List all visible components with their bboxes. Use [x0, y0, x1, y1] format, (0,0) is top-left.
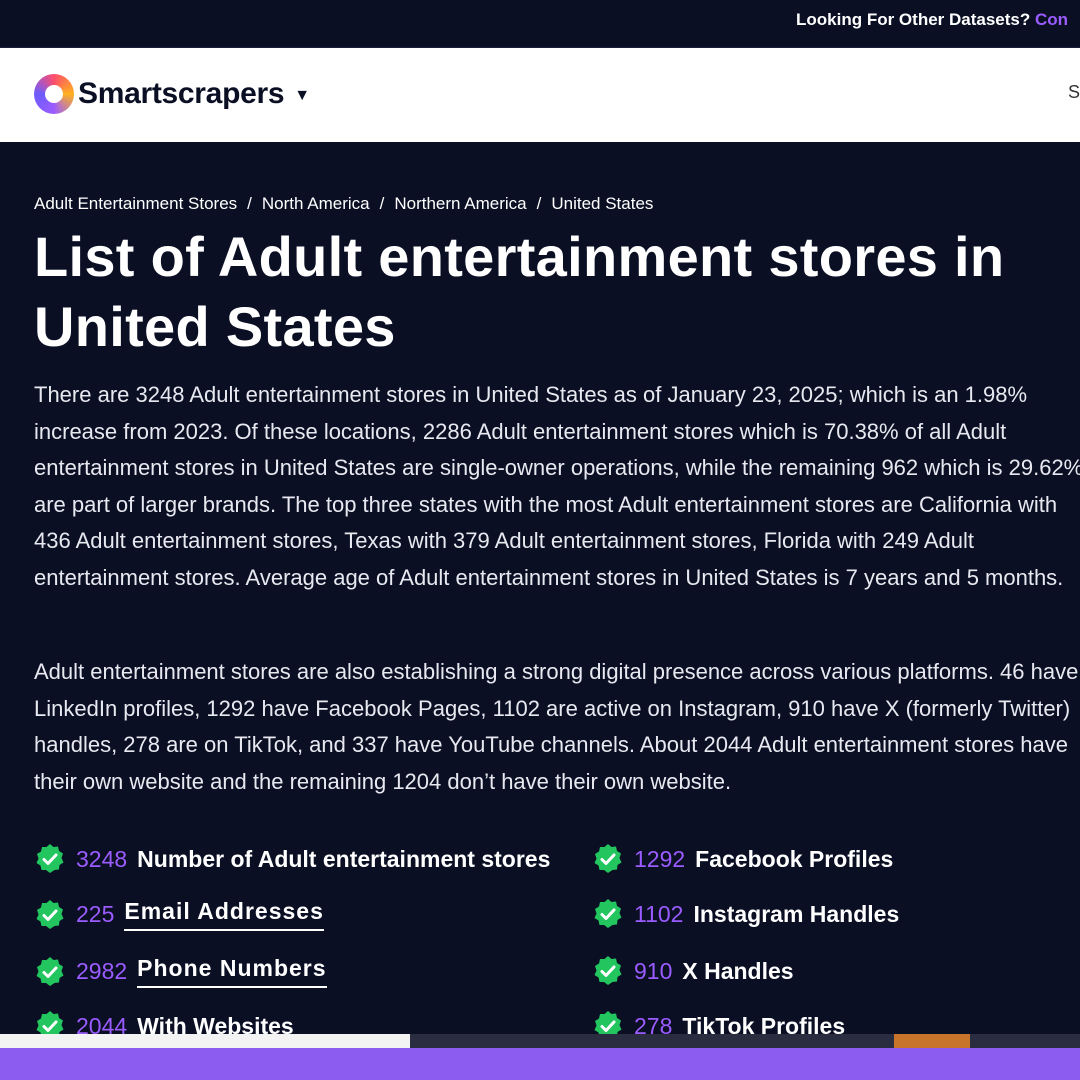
phone-numbers-link[interactable]: Phone Numbers — [137, 955, 327, 988]
stat-item: 225 Email Addresses — [34, 898, 324, 931]
stat-item: 910 X Handles — [592, 955, 794, 987]
site-header: Smartscrapers ▼ S — [0, 48, 1080, 142]
nav-item-partial[interactable]: S — [1068, 82, 1080, 103]
stat-value: 2982 — [76, 958, 128, 984]
verified-check-icon — [36, 956, 64, 986]
stat-item: 3248 Number of Adult entertainment store… — [34, 843, 550, 875]
stat-value: 3248 — [76, 845, 128, 872]
breadcrumb-item[interactable]: Adult Entertainment Stores — [34, 194, 237, 214]
bottom-banner — [0, 1048, 1080, 1080]
logo-icon — [34, 74, 74, 114]
stat-label: Instagram Handles — [693, 900, 900, 927]
verified-check-icon — [594, 899, 622, 928]
page-title: List of Adult entertainment stores in Un… — [34, 225, 1005, 358]
verified-check-icon — [36, 844, 64, 873]
stat-item: 1292 Facebook Profiles — [592, 843, 893, 875]
breadcrumb-item[interactable]: Northern America — [394, 194, 526, 214]
breadcrumb-separator: / — [247, 194, 252, 213]
breadcrumb: Adult Entertainment Stores / North Ameri… — [34, 194, 653, 214]
brand-logo[interactable]: Smartscrapers ▼ — [34, 74, 310, 114]
verified-check-icon — [594, 844, 622, 873]
stat-label: X Handles — [682, 957, 794, 984]
promo-link[interactable]: Con — [1035, 10, 1068, 29]
digital-presence-paragraph: Adult entertainment stores are also esta… — [34, 659, 1079, 794]
promo-bar: Looking For Other Datasets? Con — [0, 0, 1080, 48]
summary-paragraph: There are 3248 Adult entertainment store… — [34, 382, 1080, 590]
stat-label: Number of Adult entertainment stores — [137, 845, 551, 872]
taskbar-strip — [0, 1034, 1080, 1048]
email-addresses-link[interactable]: Email Addresses — [124, 898, 324, 931]
stat-value: 1292 — [634, 845, 686, 872]
breadcrumb-item[interactable]: North America — [262, 194, 370, 214]
stat-value: 225 — [76, 901, 115, 927]
promo-label: Looking For Other Datasets? — [796, 10, 1031, 29]
verified-check-icon — [36, 899, 64, 929]
stat-value: 910 — [634, 957, 673, 984]
stat-label: Facebook Profiles — [695, 845, 894, 872]
promo-text: Looking For Other Datasets? Con — [796, 10, 1068, 30]
taskbar-segment — [894, 1034, 970, 1048]
breadcrumb-item[interactable]: United States — [551, 194, 653, 214]
breadcrumb-separator: / — [536, 194, 542, 213]
breadcrumb-separator: / — [379, 194, 385, 213]
stat-item: 2982 Phone Numbers — [34, 955, 327, 988]
caret-down-icon[interactable]: ▼ — [294, 87, 310, 105]
stat-item: 1102 Instagram Handles — [592, 898, 899, 930]
brand-name: Smartscrapers — [78, 77, 285, 110]
verified-check-icon — [594, 956, 622, 985]
taskbar-segment — [0, 1034, 410, 1048]
stat-value: 1102 — [634, 900, 684, 927]
